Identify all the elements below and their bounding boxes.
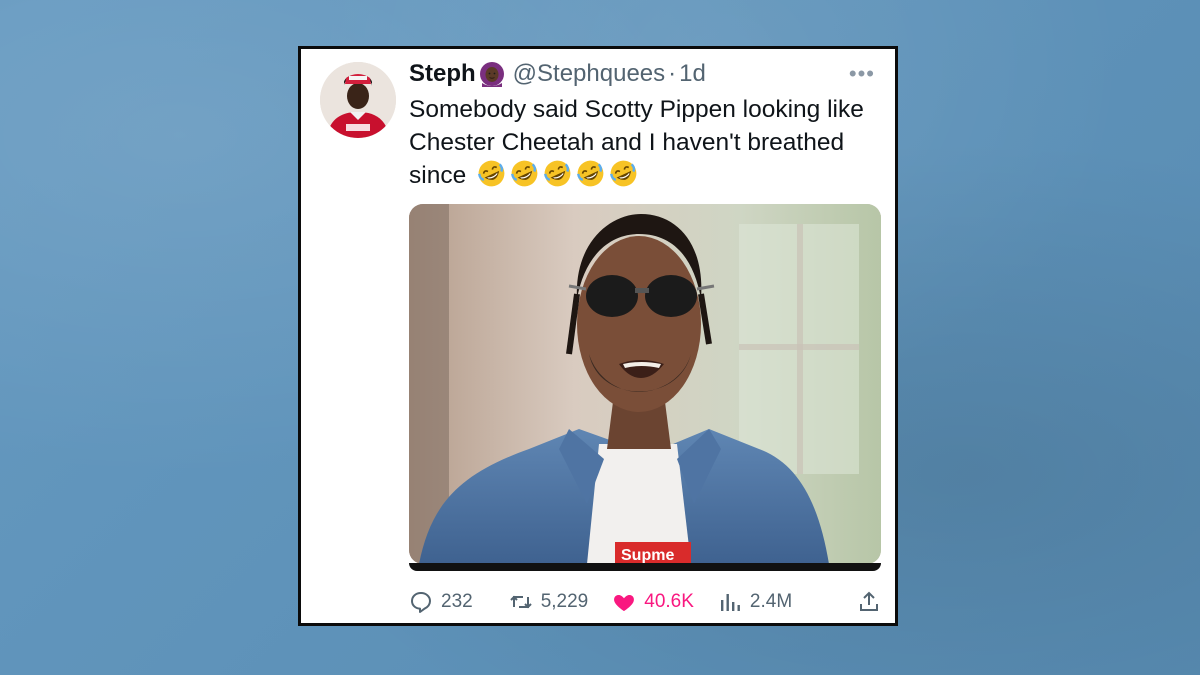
tweet-card: Steph @Stephquees · 1d ••• Somebody said…	[298, 46, 898, 626]
tweet-actions: 232 5,229 40.6K 2.4M	[409, 587, 881, 617]
handle[interactable]: @Stephquees	[513, 60, 665, 88]
media-progress-bar	[409, 563, 881, 571]
photo-man-with-sunglasses: Supme	[409, 204, 881, 564]
woman-with-headscarf-emoji-icon	[479, 61, 505, 87]
views-chart-icon	[720, 594, 740, 611]
retweet-icon	[509, 595, 532, 609]
views-count: 2.4M	[749, 591, 793, 612]
views-button[interactable]: 2.4M	[718, 590, 792, 614]
rolling-on-floor-laughing-emoji-icon	[510, 159, 539, 188]
more-options-icon[interactable]: •••	[849, 61, 875, 87]
timestamp[interactable]: 1d	[679, 60, 706, 88]
display-name[interactable]: Steph	[409, 60, 476, 88]
media-shirt-label: Supme	[621, 547, 674, 564]
like-count: 40.6K	[644, 591, 694, 612]
rolling-on-floor-laughing-emoji-icon	[576, 159, 605, 188]
heart-icon	[614, 595, 635, 611]
reply-icon	[411, 592, 431, 613]
emoji-row	[477, 159, 638, 188]
tweet-header: Steph @Stephquees · 1d •••	[409, 59, 875, 89]
rolling-on-floor-laughing-emoji-icon	[543, 159, 572, 188]
reply-count: 232	[441, 591, 473, 612]
like-button[interactable]: 40.6K	[612, 590, 694, 614]
share-icon	[860, 591, 878, 611]
retweet-button[interactable]: 5,229	[509, 590, 589, 614]
avatar[interactable]	[320, 62, 396, 138]
rolling-on-floor-laughing-emoji-icon	[609, 159, 638, 188]
tweet-media-image[interactable]: Supme	[409, 204, 881, 564]
rolling-on-floor-laughing-emoji-icon	[477, 159, 506, 188]
separator-dot: ·	[668, 60, 677, 87]
share-button[interactable]	[857, 590, 881, 614]
retweet-count: 5,229	[540, 591, 589, 612]
tweet-text: Somebody said Scotty Pippen looking like…	[409, 93, 879, 192]
reply-button[interactable]: 232	[409, 590, 473, 614]
